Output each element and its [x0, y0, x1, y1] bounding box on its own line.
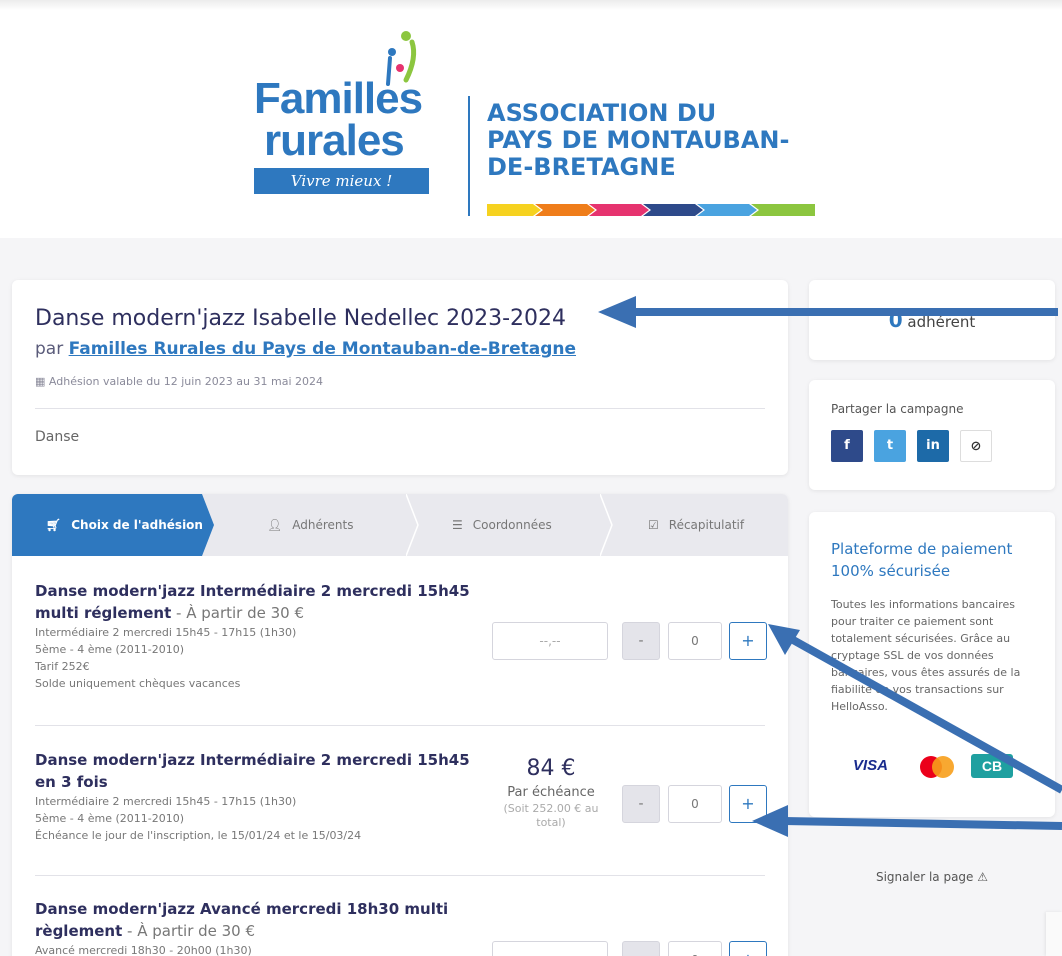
header-shadow — [0, 0, 1062, 10]
step-contact-label: Coordonnées — [472, 518, 552, 532]
facebook-share-button[interactable]: f — [831, 430, 863, 462]
installment-total: (Soit 252.00 € au total) — [503, 802, 599, 829]
cart-icon: 🛒︎ — [46, 518, 62, 532]
logo-separator — [468, 96, 470, 216]
quantity-increase-button[interactable]: + — [729, 785, 767, 823]
user-icon: 👤︎ — [267, 518, 283, 532]
item-price-from: - À partir de 30 € — [122, 922, 256, 940]
visa-logo: VISA — [853, 757, 889, 774]
campaign-header-card: Danse modern'jazz Isabelle Nedellec 2023… — [12, 280, 788, 475]
association-line-2: PAYS DE MONTAUBAN- — [487, 126, 790, 154]
item-title: Danse modern'jazz Intermédiaire 2 mercre… — [35, 749, 485, 793]
amount-input[interactable]: --,-- — [492, 941, 608, 956]
quantity-field[interactable]: 0 — [668, 785, 722, 823]
report-label: Signaler la page — [875, 870, 974, 884]
checkout-steps: 🛒︎ Choix de l'adhésion 👤︎ Adhérents ☰ Coord… — [12, 494, 788, 556]
warning-icon: ⚠ — [977, 870, 989, 884]
item-title: Danse modern'jazz Intermédiaire 2 mercre… — [35, 580, 485, 624]
secure-text: Toutes les informations bancaires pour t… — [831, 598, 1021, 713]
installment-label: Par échéance — [507, 785, 595, 800]
validity-line: ▦ Adhésion valable du 12 juin 2023 au 31… — [35, 375, 765, 388]
campaign-organizer: par Familles Rurales du Pays de Montauba… — [35, 339, 765, 359]
item-desc-line: Tarif 252€ — [35, 660, 90, 673]
payment-logos: VISA CB — [831, 752, 1041, 782]
quantity-decrease-button[interactable]: - — [622, 622, 660, 660]
step-separator — [600, 494, 613, 556]
secure-title: Plateforme de paiement 100% sécurisée — [831, 540, 1013, 580]
share-title: Partager la campagne — [831, 402, 964, 416]
organizer-link[interactable]: Familles Rurales du Pays de Montauban-de… — [69, 339, 576, 359]
stripe-navy — [643, 204, 703, 216]
mastercard-icon — [920, 756, 954, 778]
twitter-share-button[interactable]: t — [874, 430, 906, 462]
quantity-field[interactable]: 0 — [668, 622, 722, 660]
step-summary[interactable]: ☑ Récapitulatif — [648, 494, 744, 556]
report-page-link[interactable]: Signaler la page ⚠ — [809, 870, 1055, 884]
item-title-main: Danse modern'jazz Intermédiaire 2 mercre… — [35, 751, 470, 791]
item-divider — [35, 875, 765, 876]
quantity-decrease-button[interactable]: - — [622, 941, 660, 956]
item-desc-line: Échéance le jour de l'inscription, le 15… — [35, 829, 362, 842]
stripe-yellow — [487, 204, 541, 216]
organizer-prefix: par — [35, 339, 64, 359]
campaign-category: Danse — [35, 429, 80, 445]
stripe-pink — [589, 204, 649, 216]
step-choice-label: Choix de l'adhésion — [71, 518, 203, 532]
members-count-card: 0 adhérent — [809, 280, 1055, 360]
secure-payment-card: Plateforme de paiement 100% sécurisée To… — [809, 512, 1055, 817]
stripe-lightblue — [697, 204, 757, 216]
association-name: ASSOCIATION DU PAYS DE MONTAUBAN- DE-BRE… — [487, 100, 789, 181]
side-widget[interactable] — [1046, 912, 1062, 956]
divider — [35, 408, 765, 409]
installment-price: 84 € Par échéance (Soit 252.00 € au tota… — [496, 756, 606, 830]
cb-label: CB — [982, 758, 1002, 774]
installment-amount: 84 € — [526, 756, 576, 781]
logo-line-1: Familles — [254, 74, 423, 123]
step-summary-label: Récapitulatif — [668, 518, 745, 532]
arrow-to-second-plus — [783, 817, 1062, 830]
amount-input[interactable]: --,-- — [492, 622, 608, 660]
association-line-1: ASSOCIATION DU — [487, 99, 717, 127]
association-line-3: DE-BRETAGNE — [487, 153, 676, 181]
campaign-title: Danse modern'jazz Isabelle Nedellec 2023… — [35, 306, 567, 331]
item-price-from: - À partir de 30 € — [171, 604, 305, 622]
stripe-green — [751, 204, 815, 216]
share-buttons: f t in ⊘ — [831, 430, 1033, 462]
share-card: Partager la campagne f t in ⊘ — [809, 380, 1055, 490]
copy-link-button[interactable]: ⊘ — [960, 430, 992, 462]
step-members[interactable]: 👤︎ Adhérents — [267, 494, 353, 556]
logo-wordmark: Familles rurales Vivre mieux ! — [254, 74, 464, 194]
step-contact[interactable]: ☰ Coordonnées — [452, 494, 552, 556]
validity-text: Adhésion valable du 12 juin 2023 au 31 m… — [48, 375, 323, 388]
quantity-field[interactable]: 0 — [668, 941, 722, 956]
logo-line-2: rurales — [264, 116, 405, 165]
stripe-orange — [535, 204, 595, 216]
list-icon: ☰ — [452, 518, 463, 532]
step-separator — [406, 494, 419, 556]
item-desc-line: Solde uniquement chèques vacances — [35, 677, 241, 690]
linkedin-share-button[interactable]: in — [917, 430, 949, 462]
logo-tagline: Vivre mieux ! — [254, 168, 429, 194]
quantity-increase-button[interactable]: + — [729, 941, 767, 956]
calendar-icon: ▦ — [35, 375, 46, 388]
quantity-increase-button[interactable]: + — [729, 622, 767, 660]
association-logo[interactable]: Familles rurales Vivre mieux ! ASSOCIATI… — [240, 28, 830, 223]
check-icon: ☑ — [648, 518, 659, 532]
cb-card-icon: CB — [971, 754, 1013, 778]
membership-form-card: 🛒︎ Choix de l'adhésion 👤︎ Adhérents ☰ Coord… — [12, 494, 788, 956]
step-members-label: Adhérents — [292, 518, 354, 532]
members-count: 0 — [888, 308, 903, 332]
step-choice[interactable]: 🛒︎ Choix de l'adhésion — [12, 494, 214, 556]
item-divider — [35, 725, 765, 726]
item-title: Danse modern'jazz Avancé mercredi 18h30 … — [35, 898, 485, 942]
color-stripes — [487, 204, 815, 216]
members-label: adhérent — [907, 313, 976, 331]
quantity-decrease-button[interactable]: - — [622, 785, 660, 823]
